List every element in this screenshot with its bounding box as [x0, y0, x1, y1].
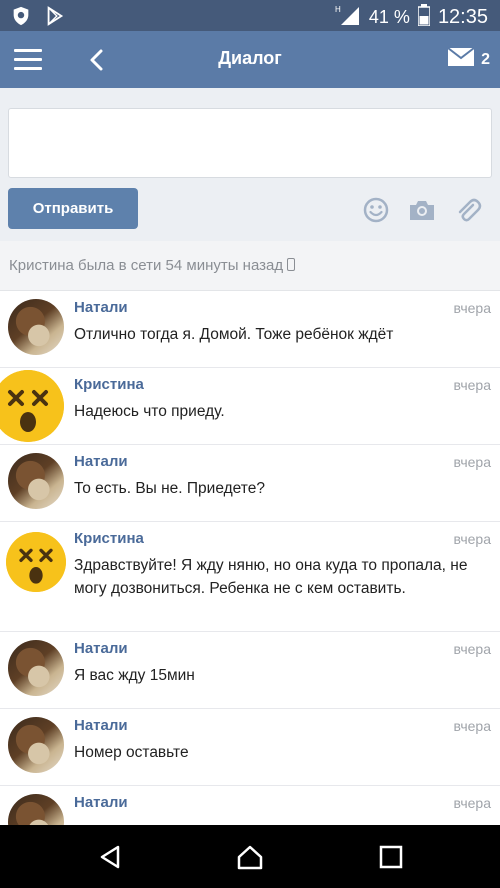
message-text: Номер оставьте: [74, 744, 189, 761]
message-item[interactable]: Натали вчера То есть. Вы не. Приедете?: [0, 445, 500, 522]
send-button[interactable]: Отправить: [8, 188, 138, 229]
message-item[interactable]: Натали вчера: [0, 786, 500, 825]
avatar[interactable]: [8, 299, 64, 355]
message-author[interactable]: Кристина: [74, 376, 144, 393]
svg-text:H: H: [335, 5, 341, 14]
home-nav-icon[interactable]: [236, 843, 264, 871]
message-list[interactable]: Натали вчера Отлично тогда я. Домой. Тож…: [0, 291, 500, 825]
emoji-icon[interactable]: [362, 196, 390, 224]
message-item[interactable]: Натали вчера Отлично тогда я. Домой. Тож…: [0, 291, 500, 368]
message-time: вчера: [453, 454, 491, 470]
signal-icon: H: [335, 4, 361, 31]
play-store-icon: [44, 5, 66, 32]
message-text: Надеюсь что приеду.: [74, 403, 225, 420]
message-author[interactable]: Натали: [74, 453, 128, 470]
attach-icon[interactable]: [454, 196, 482, 224]
message-author[interactable]: Кристина: [74, 530, 144, 547]
avatar[interactable]: [6, 532, 66, 592]
message-text: Я вас жду 15мин: [74, 667, 195, 684]
message-author[interactable]: Натали: [74, 717, 128, 734]
battery-percent: 41 %: [368, 7, 410, 27]
message-text: Здравствуйте! Я жду няню, но она куда то…: [74, 557, 468, 597]
back-nav-icon[interactable]: [96, 843, 124, 871]
status-bar: H 41 % 12:35: [0, 0, 500, 31]
message-time: вчера: [453, 641, 491, 657]
message-time: вчера: [453, 718, 491, 734]
app-header: Диалог 2: [0, 31, 500, 88]
message-time: вчера: [453, 377, 491, 393]
page-title: Диалог: [218, 48, 282, 68]
messages-button[interactable]: 2: [447, 47, 490, 72]
shield-icon: [10, 5, 32, 32]
message-author[interactable]: Натали: [74, 794, 128, 811]
clock: 12:35: [437, 6, 488, 28]
message-item[interactable]: Натали вчера Я вас жду 15мин: [0, 632, 500, 709]
avatar[interactable]: [8, 717, 64, 773]
unread-count: 2: [481, 50, 490, 68]
avatar[interactable]: [8, 640, 64, 696]
avatar[interactable]: [0, 370, 64, 442]
avatar[interactable]: [8, 794, 64, 825]
online-status: Кристина была в сети 54 минуты назад: [9, 257, 296, 274]
message-author[interactable]: Натали: [74, 640, 128, 657]
navigation-bar: [0, 825, 500, 888]
message-text: То есть. Вы не. Приедете?: [74, 480, 265, 497]
battery-icon: [417, 4, 431, 31]
message-time: вчера: [453, 795, 491, 811]
compose-area: Отправить: [0, 88, 500, 241]
avatar[interactable]: [8, 453, 64, 509]
message-time: вчера: [453, 300, 491, 316]
mail-icon: [447, 47, 475, 72]
camera-icon[interactable]: [408, 196, 436, 224]
dizzy-face-icon: [0, 370, 64, 442]
online-status-bar: Кристина была в сети 54 минуты назад: [0, 241, 500, 291]
recent-apps-icon[interactable]: [377, 843, 405, 871]
message-item[interactable]: Натали вчера Номер оставьте: [0, 709, 500, 786]
online-status-text: Кристина была в сети 54 минуты назад: [9, 257, 284, 274]
message-item[interactable]: Кристина вчера Надеюсь что приеду.: [0, 368, 500, 445]
message-author[interactable]: Натали: [74, 299, 128, 316]
dizzy-face-icon: [6, 532, 66, 592]
message-item[interactable]: Кристина вчера Здравствуйте! Я жду няню,…: [0, 522, 500, 632]
mobile-icon: [287, 258, 296, 271]
message-time: вчера: [453, 531, 491, 547]
message-input[interactable]: [8, 108, 492, 178]
message-text: Отлично тогда я. Домой. Тоже ребёнок ждё…: [74, 326, 394, 343]
